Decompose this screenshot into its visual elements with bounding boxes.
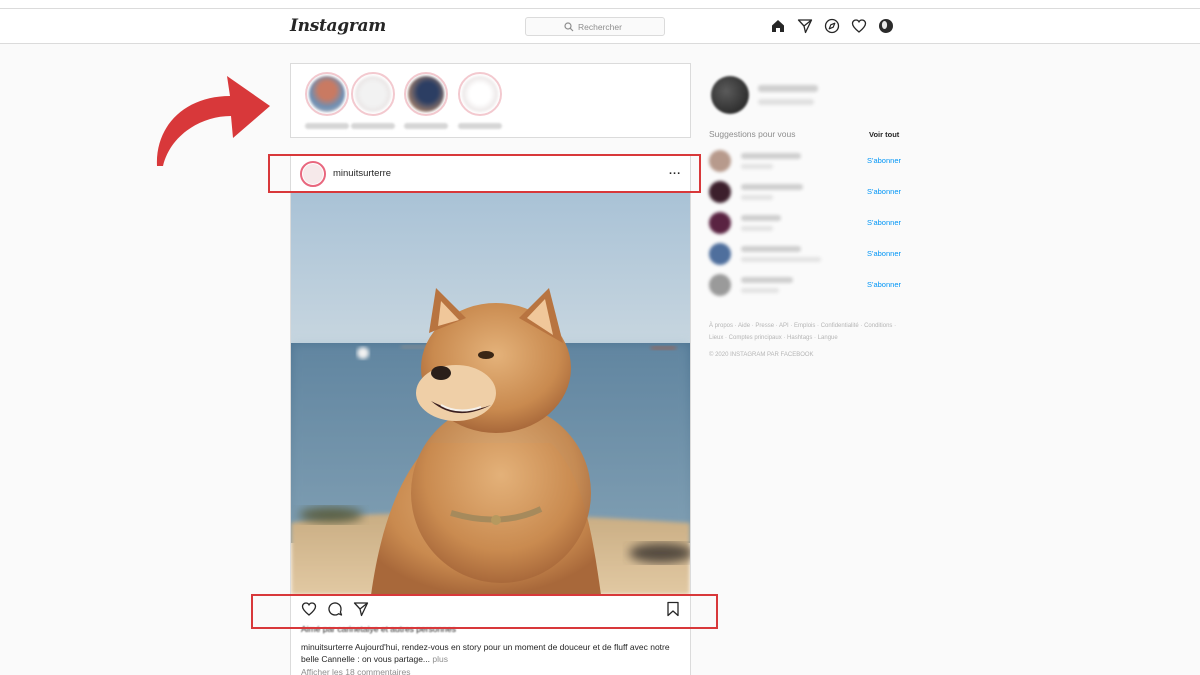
explore-icon[interactable] xyxy=(824,18,840,34)
story-avatar xyxy=(309,76,345,112)
home-icon[interactable] xyxy=(770,18,786,34)
story-avatar xyxy=(408,76,444,112)
suggestion-avatar[interactable] xyxy=(709,212,731,234)
story-username xyxy=(305,123,349,129)
suggestion-subtitle xyxy=(741,257,821,262)
sidebar-fullname xyxy=(758,99,814,105)
suggestion-item: S'abonner xyxy=(709,274,901,300)
profile-icon[interactable] xyxy=(878,18,894,34)
suggestion-username[interactable] xyxy=(741,153,801,159)
sidebar-profile[interactable] xyxy=(711,76,749,114)
suggestion-item: S'abonner xyxy=(709,150,901,176)
page: Instagram Rechercher minuitsurterre ... … xyxy=(0,0,1200,675)
suggestion-avatar[interactable] xyxy=(709,181,731,203)
suggestion-subtitle xyxy=(741,226,773,231)
top-strip xyxy=(0,0,1200,8)
story-username xyxy=(351,123,395,129)
sidebar-avatar[interactable] xyxy=(711,76,749,114)
suggestion-subtitle xyxy=(741,195,773,200)
follow-button[interactable]: S'abonner xyxy=(867,187,901,196)
follow-button[interactable]: S'abonner xyxy=(867,156,901,165)
suggestion-item: S'abonner xyxy=(709,181,901,207)
suggestion-avatar[interactable] xyxy=(709,274,731,296)
caption-more-link[interactable]: plus xyxy=(432,654,448,664)
suggestion-username[interactable] xyxy=(741,215,781,221)
post-actions-highlight-box xyxy=(251,594,718,629)
view-comments-link[interactable]: Afficher les 18 commentaires xyxy=(301,667,410,675)
suggestions-title: Suggestions pour vous xyxy=(709,129,796,139)
footer-links[interactable]: À propos · Aide · Presse · API · Emplois… xyxy=(709,320,909,344)
stories-tray xyxy=(290,63,691,138)
suggestion-item: S'abonner xyxy=(709,212,901,238)
suggestion-username[interactable] xyxy=(741,277,793,283)
sidebar-username[interactable] xyxy=(758,85,818,92)
story-avatar xyxy=(462,76,498,112)
follow-button[interactable]: S'abonner xyxy=(867,218,901,227)
suggestion-avatar[interactable] xyxy=(709,243,731,265)
story-item[interactable] xyxy=(351,72,397,129)
activity-icon[interactable] xyxy=(851,18,867,34)
story-item[interactable] xyxy=(305,72,351,129)
post-caption: minuitsurterre Aujourd'hui, rendez-vous … xyxy=(301,641,681,665)
suggestion-username[interactable] xyxy=(741,246,801,252)
copyright-text: © 2020 INSTAGRAM PAR FACEBOOK xyxy=(709,352,814,358)
story-item[interactable] xyxy=(404,72,450,129)
suggestion-subtitle xyxy=(741,164,773,169)
story-item[interactable] xyxy=(458,72,504,129)
see-all-link[interactable]: Voir tout xyxy=(869,130,899,139)
search-box[interactable] xyxy=(525,17,665,36)
direct-icon[interactable] xyxy=(797,18,813,34)
dog-photo-image xyxy=(291,193,690,595)
suggestion-subtitle xyxy=(741,288,779,293)
story-username xyxy=(458,123,502,129)
suggestion-username[interactable] xyxy=(741,184,803,190)
search-input[interactable] xyxy=(578,21,626,32)
navbar: Instagram xyxy=(0,8,1200,44)
post-header-highlight-box xyxy=(268,154,701,193)
caption-text: Aujourd'hui, rendez-vous en story pour u… xyxy=(301,642,670,664)
story-avatar xyxy=(355,76,391,112)
post-photo[interactable] xyxy=(291,193,690,595)
suggestion-avatar[interactable] xyxy=(709,150,731,172)
suggestion-item: S'abonner xyxy=(709,243,901,269)
follow-button[interactable]: S'abonner xyxy=(867,249,901,258)
search-icon xyxy=(564,21,574,31)
caption-username[interactable]: minuitsurterre xyxy=(301,642,353,652)
instagram-logo[interactable]: Instagram xyxy=(290,16,386,36)
follow-button[interactable]: S'abonner xyxy=(867,280,901,289)
story-username xyxy=(404,123,448,129)
red-arrow-icon xyxy=(156,76,270,166)
nav-icons xyxy=(770,18,894,34)
